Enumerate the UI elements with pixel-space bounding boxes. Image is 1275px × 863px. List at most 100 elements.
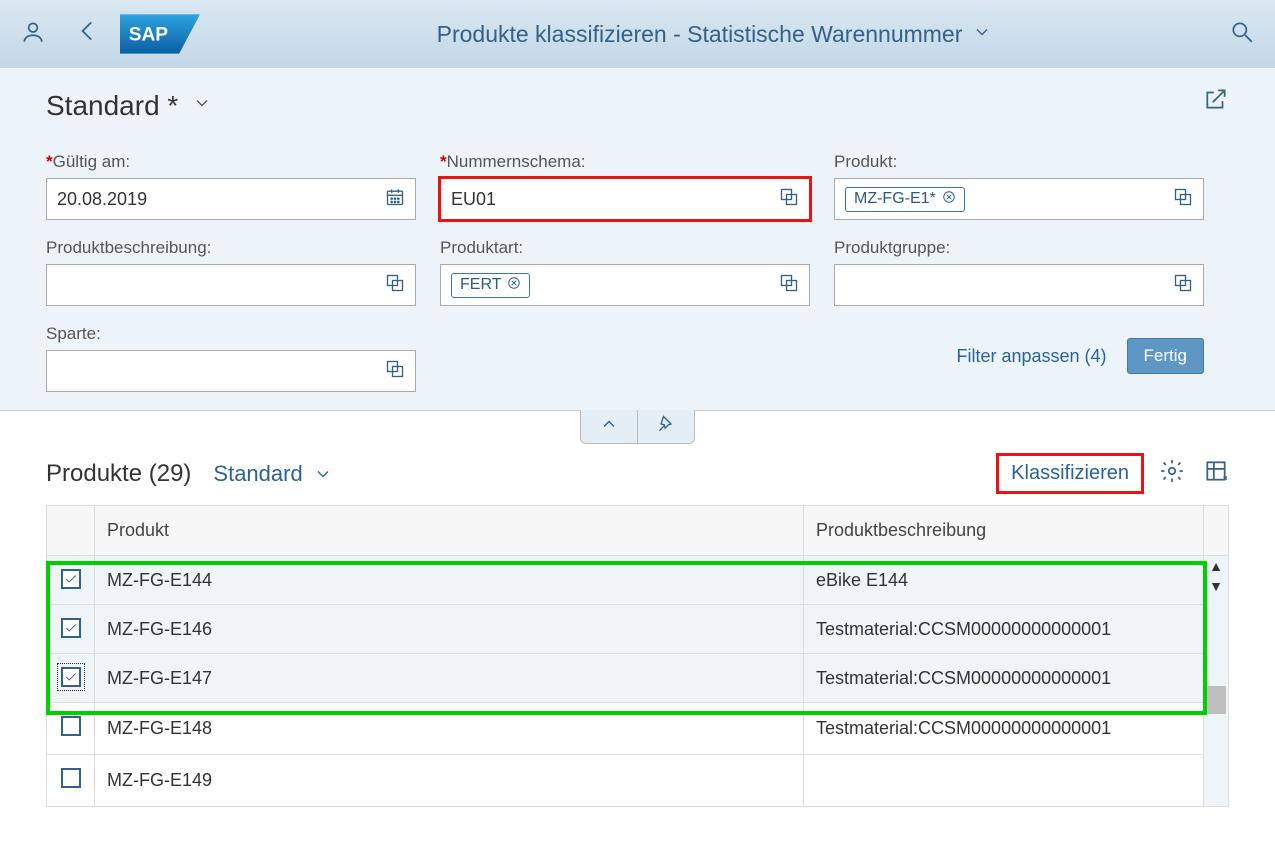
share-icon[interactable] bbox=[1203, 86, 1229, 117]
row-selector[interactable] bbox=[47, 755, 95, 807]
col-product[interactable]: Produkt bbox=[95, 506, 804, 556]
input-product-desc-field[interactable] bbox=[57, 275, 379, 296]
sap-logo: SAP bbox=[120, 14, 200, 54]
cell-product: MZ-FG-E149 bbox=[95, 755, 804, 807]
back-button[interactable] bbox=[56, 18, 120, 51]
value-help-icon[interactable] bbox=[1173, 187, 1193, 212]
content-header: Produkte (29) Standard Klassifizieren bbox=[46, 456, 1229, 491]
token-product-text: MZ-FG-E1* bbox=[854, 190, 936, 208]
scroll-up-icon[interactable]: ▲ bbox=[1204, 556, 1228, 576]
input-numbering-scheme[interactable] bbox=[440, 178, 810, 220]
table-scrollbar[interactable]: ▲▼ bbox=[1204, 556, 1229, 807]
input-division[interactable] bbox=[46, 350, 416, 392]
input-division-field[interactable] bbox=[57, 361, 379, 382]
table-row[interactable]: MZ-FG-E144eBike E144▲▼ bbox=[47, 556, 1229, 605]
cell-desc: eBike E144 bbox=[804, 556, 1204, 605]
table-row[interactable]: MZ-FG-E146Testmaterial:CCSM0000000000000… bbox=[47, 605, 1229, 654]
table-row[interactable]: MZ-FG-E147Testmaterial:CCSM0000000000000… bbox=[47, 654, 1229, 703]
input-product-group-field[interactable] bbox=[845, 275, 1167, 296]
table-header-row: Produkt Produktbeschreibung bbox=[47, 506, 1229, 556]
field-product: Produkt: MZ-FG-E1* bbox=[834, 152, 1204, 220]
user-icon[interactable] bbox=[20, 19, 56, 50]
input-numbering-scheme-field[interactable] bbox=[451, 189, 773, 210]
cell-product: MZ-FG-E144 bbox=[95, 556, 804, 605]
row-selector[interactable] bbox=[47, 654, 95, 703]
cell-desc: Testmaterial:CCSM00000000000001 bbox=[804, 654, 1204, 703]
filter-bar: Standard * *Gültig am: *Nummernschema: bbox=[0, 68, 1275, 411]
checkbox[interactable] bbox=[61, 569, 81, 589]
checkbox[interactable] bbox=[61, 716, 81, 736]
spacer bbox=[440, 324, 810, 392]
scroll-thumb[interactable] bbox=[1206, 686, 1226, 714]
label-valid-on: *Gültig am: bbox=[46, 152, 416, 172]
filter-actions-wrap: Filter anpassen (4) Fertig bbox=[834, 324, 1204, 392]
token-product-type[interactable]: FERT bbox=[451, 273, 530, 298]
input-product-field[interactable] bbox=[965, 189, 1167, 210]
label-product-desc: Produktbeschreibung: bbox=[46, 238, 416, 258]
field-product-desc: Produktbeschreibung: bbox=[46, 238, 416, 306]
classify-button[interactable]: Klassifizieren bbox=[999, 456, 1141, 491]
content-area: Produkte (29) Standard Klassifizieren Pr… bbox=[0, 410, 1275, 807]
table-row[interactable]: MZ-FG-E148Testmaterial:CCSM0000000000000… bbox=[47, 703, 1229, 755]
cell-product: MZ-FG-E148 bbox=[95, 703, 804, 755]
input-product-desc[interactable] bbox=[46, 264, 416, 306]
select-all-header[interactable] bbox=[47, 506, 95, 556]
value-help-icon[interactable] bbox=[385, 359, 405, 384]
page-title-text: Produkte klassifizieren - Statistische W… bbox=[437, 21, 963, 48]
row-selector[interactable] bbox=[47, 605, 95, 654]
token-remove-icon[interactable] bbox=[942, 190, 956, 209]
checkbox[interactable] bbox=[61, 667, 81, 687]
token-product[interactable]: MZ-FG-E1* bbox=[845, 187, 965, 212]
variant-title: Standard * bbox=[46, 90, 178, 122]
input-valid-on-field[interactable] bbox=[57, 189, 379, 210]
token-product-type-text: FERT bbox=[460, 276, 501, 294]
input-product-type-field[interactable] bbox=[530, 275, 773, 296]
chevron-down-icon bbox=[972, 22, 992, 47]
row-selector[interactable] bbox=[47, 556, 95, 605]
input-valid-on[interactable] bbox=[46, 178, 416, 220]
table-wrapper: Produkt Produktbeschreibung MZ-FG-E144eB… bbox=[46, 505, 1229, 807]
variant-selector[interactable]: Standard * bbox=[46, 90, 1229, 122]
shell-header: SAP Produkte klassifizieren - Statistisc… bbox=[0, 0, 1275, 68]
label-division: Sparte: bbox=[46, 324, 416, 344]
scroll-header bbox=[1204, 506, 1229, 556]
token-remove-icon[interactable] bbox=[507, 276, 521, 295]
checkbox[interactable] bbox=[61, 618, 81, 638]
products-table: Produkt Produktbeschreibung MZ-FG-E144eB… bbox=[46, 505, 1229, 807]
pin-icon[interactable] bbox=[637, 410, 694, 443]
table-variant-selector[interactable]: Standard bbox=[213, 461, 332, 487]
input-product-type[interactable]: FERT bbox=[440, 264, 810, 306]
cell-desc bbox=[804, 755, 1204, 807]
checkbox[interactable] bbox=[61, 768, 81, 788]
svg-text:SAP: SAP bbox=[129, 25, 169, 46]
cell-product: MZ-FG-E146 bbox=[95, 605, 804, 654]
collapse-icon[interactable] bbox=[581, 410, 637, 443]
field-product-type: Produktart: FERT bbox=[440, 238, 810, 306]
go-button[interactable]: Fertig bbox=[1127, 338, 1204, 374]
label-product: Produkt: bbox=[834, 152, 1204, 172]
page-title[interactable]: Produkte klassifizieren - Statistische W… bbox=[200, 21, 1229, 48]
cell-desc: Testmaterial:CCSM00000000000001 bbox=[804, 703, 1204, 755]
calendar-icon[interactable] bbox=[385, 187, 405, 212]
cell-desc: Testmaterial:CCSM00000000000001 bbox=[804, 605, 1204, 654]
search-icon[interactable] bbox=[1229, 19, 1255, 50]
value-help-icon[interactable] bbox=[779, 187, 799, 212]
label-numbering-scheme: *Nummernschema: bbox=[440, 152, 810, 172]
table-row[interactable]: MZ-FG-E149 bbox=[47, 755, 1229, 807]
adapt-filters-link[interactable]: Filter anpassen (4) bbox=[956, 346, 1106, 367]
col-desc[interactable]: Produktbeschreibung bbox=[804, 506, 1204, 556]
input-product[interactable]: MZ-FG-E1* bbox=[834, 178, 1204, 220]
cell-product: MZ-FG-E147 bbox=[95, 654, 804, 703]
value-help-icon[interactable] bbox=[779, 273, 799, 298]
table-title: Produkte (29) bbox=[46, 460, 191, 488]
settings-icon[interactable] bbox=[1159, 458, 1185, 490]
value-help-icon[interactable] bbox=[1173, 273, 1193, 298]
filter-fields: *Gültig am: *Nummernschema: Produkt: M bbox=[46, 152, 1229, 410]
value-help-icon[interactable] bbox=[385, 273, 405, 298]
chevron-down-icon bbox=[192, 93, 212, 119]
scroll-down-icon[interactable]: ▼ bbox=[1204, 576, 1228, 596]
field-product-group: Produktgruppe: bbox=[834, 238, 1204, 306]
row-selector[interactable] bbox=[47, 703, 95, 755]
export-icon[interactable] bbox=[1203, 458, 1229, 490]
input-product-group[interactable] bbox=[834, 264, 1204, 306]
